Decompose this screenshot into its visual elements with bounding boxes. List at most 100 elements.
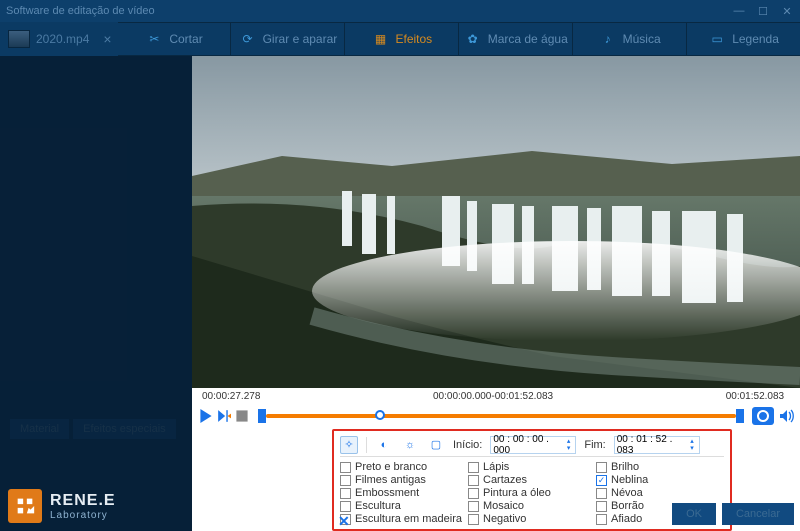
effect-option[interactable]: Cartazes [468,474,596,486]
main-toolbar: ✂ Cortar ⟳ Girar e aparar ▦ Efeitos ✿ Ma… [118,22,800,56]
effect-option[interactable]: Preto e branco [340,461,468,473]
start-up[interactable]: ▴ [564,438,573,445]
contrast-icon[interactable]: ◐ [375,436,393,454]
effect-label: Brilho [611,461,639,473]
watermark-icon: ✿ [464,30,482,48]
sidebar-material-button[interactable]: Material [10,419,69,439]
effect-label: Neblina [611,474,648,486]
effect-option[interactable]: Escultura [340,500,468,512]
sidebar-effects-button[interactable]: Efeitos especiais [73,419,176,439]
timeline-slider[interactable] [258,409,744,423]
file-tab[interactable]: 2020.mp4 [0,22,97,56]
checkbox-icon[interactable] [596,488,607,499]
magic-wand-icon[interactable]: ✧ [340,436,358,454]
brand-name: RENE.E [50,492,116,510]
effect-label: Preto e branco [355,461,427,473]
effect-label: Escultura em madeira [355,513,462,525]
top-row: 2020.mp4 × ✂ Cortar ⟳ Girar e aparar ▦ E… [0,22,800,56]
time-range: 00:00:00.000-00:01:52.083 [396,391,590,402]
range-start-handle[interactable] [258,409,266,423]
toolbar-subtitle[interactable]: ▭ Legenda [686,23,800,55]
file-close-button[interactable]: × [97,31,117,47]
checkbox-icon[interactable] [468,475,479,486]
time-total: 00:01:52.083 [590,391,784,402]
effect-label: Filmes antigas [355,474,426,486]
brand-sub: Laboratory [50,510,116,521]
checkbox-icon[interactable] [468,462,479,473]
brightness-icon[interactable]: ☼ [401,436,419,454]
effect-option[interactable]: Neblina [596,474,724,486]
checkbox-icon[interactable] [340,475,351,486]
toolbar-watermark[interactable]: ✿ Marca de água [458,23,572,55]
cancel-button[interactable]: Cancelar [722,503,794,525]
effect-option[interactable]: Embossment [340,487,468,499]
effect-option[interactable]: Mosaico [468,500,596,512]
checkbox-icon[interactable] [340,501,351,512]
effect-option[interactable]: Névoa [596,487,724,499]
close-window-button[interactable]: ✕ [780,5,794,18]
end-label: Fim: [584,439,605,451]
effects-options: Preto e brancoFilmes antigasEmbossmentEs… [340,457,724,529]
maximize-button[interactable]: ☐ [756,5,770,18]
timecode-row: 00:00:27.278 00:00:00.000-00:01:52.083 0… [192,388,800,404]
brand-logo: RENE.E Laboratory [8,489,116,523]
checkbox-icon[interactable] [596,462,607,473]
checkbox-icon[interactable] [340,462,351,473]
effect-label: Escultura [355,500,401,512]
time-current: 00:00:27.278 [202,391,396,402]
effect-label: Névoa [611,487,643,499]
crop-square-icon[interactable]: ▢ [427,436,445,454]
effect-label: Cartazes [483,474,527,486]
effect-option[interactable]: Escultura em madeira [340,513,468,525]
checkbox-icon[interactable] [468,488,479,499]
checkbox-icon[interactable] [596,501,607,512]
dialog-footer: OK Cancelar [672,503,794,525]
effect-label: Borrão [611,500,644,512]
effect-option[interactable]: Pintura a óleo [468,487,596,499]
rotate-icon: ⟳ [239,30,257,48]
file-thumbnail-icon [8,30,30,48]
effect-label: Afiado [611,513,642,525]
window-title: Software de editação de vídeo [6,5,155,17]
film-icon: ▦ [371,30,389,48]
toolbar-rotate[interactable]: ⟳ Girar e aparar [230,23,344,55]
video-preview[interactable] [192,56,800,388]
effect-option[interactable]: Brilho [596,461,724,473]
checkbox-icon[interactable] [340,488,351,499]
effect-option[interactable]: Filmes antigas [340,474,468,486]
titlebar: Software de editação de vídeo — ☐ ✕ [0,0,800,22]
stop-button[interactable] [234,408,250,424]
start-down[interactable]: ▾ [564,445,573,452]
range-end-handle[interactable] [736,409,744,423]
slider-track [266,414,736,418]
effect-option[interactable]: Lápis [468,461,596,473]
snapshot-button[interactable] [752,407,774,425]
effect-label: Mosaico [483,500,524,512]
toolbar-music[interactable]: ♪ Música [572,23,686,55]
minimize-button[interactable]: — [732,5,746,17]
file-name: 2020.mp4 [36,32,89,46]
toolbar-effects[interactable]: ▦ Efeitos [344,23,458,55]
play-range-button[interactable] [216,408,232,424]
checkbox-icon[interactable] [468,514,479,525]
start-label: Início: [453,439,482,451]
start-time-input[interactable]: 00 : 00 : 00 . 000 ▴▾ [490,436,576,454]
checkbox-icon[interactable] [596,475,607,486]
subtitle-icon: ▭ [708,30,726,48]
volume-icon[interactable] [778,408,794,424]
end-time-input[interactable]: 00 : 01 : 52 . 083 ▴▾ [614,436,700,454]
end-down[interactable]: ▾ [687,445,696,452]
effect-option[interactable]: Negativo [468,513,596,525]
effect-label: Lápis [483,461,509,473]
toolbar-cut[interactable]: ✂ Cortar [118,23,231,55]
music-icon: ♪ [599,30,617,48]
effects-reset-button[interactable]: ✕ [338,513,350,530]
ok-button[interactable]: OK [672,503,716,525]
end-up[interactable]: ▴ [687,438,696,445]
sidebar: Material Efeitos especiais [0,56,192,531]
playhead-handle[interactable] [375,410,385,420]
play-button[interactable] [198,408,214,424]
effect-label: Negativo [483,513,526,525]
checkbox-icon[interactable] [596,514,607,525]
checkbox-icon[interactable] [468,501,479,512]
